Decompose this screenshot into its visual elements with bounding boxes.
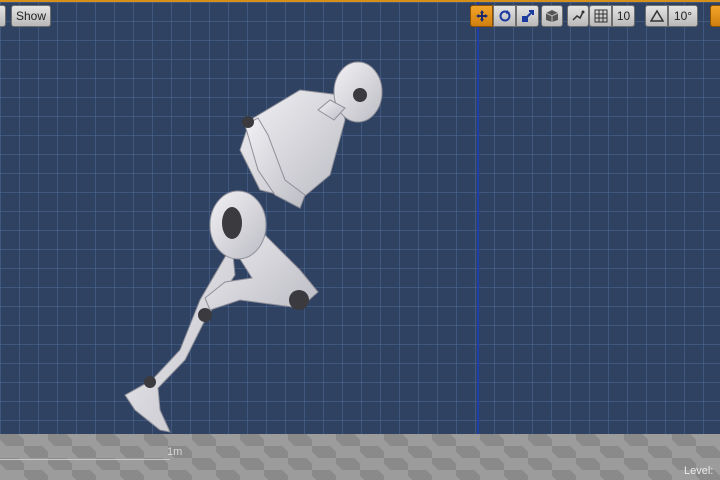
triangle-icon[interactable] [645, 5, 668, 27]
grid-snap-value[interactable]: 10 [612, 5, 635, 27]
rotation-snap-value[interactable]: 10° [668, 5, 698, 27]
dropdown-stub-icon[interactable] [0, 5, 6, 27]
show-button-label: Show [15, 9, 47, 23]
grid-icon[interactable] [589, 5, 612, 27]
show-button[interactable]: Show [11, 5, 51, 27]
scale-label: 1m [167, 446, 183, 458]
rotate-icon[interactable] [493, 5, 516, 27]
snap-tool-icon[interactable] [567, 5, 589, 27]
rotation-snap-group: 10° [645, 5, 698, 27]
mannequin-character[interactable] [0, 0, 720, 480]
cube-icon[interactable] [541, 5, 563, 27]
rotation-snap-value-label: 10° [673, 9, 693, 23]
transform-mode-group [470, 5, 539, 27]
scale-icon[interactable] [516, 5, 539, 27]
maximize-viewport-button[interactable] [710, 5, 720, 27]
translate-icon[interactable] [470, 5, 493, 27]
checker-floor [0, 434, 720, 480]
scale-ruler [0, 459, 170, 460]
grid-snap-value-label: 10 [616, 9, 631, 23]
level-label: Level: [684, 465, 714, 477]
grid-snap-group: 10 [589, 5, 635, 27]
